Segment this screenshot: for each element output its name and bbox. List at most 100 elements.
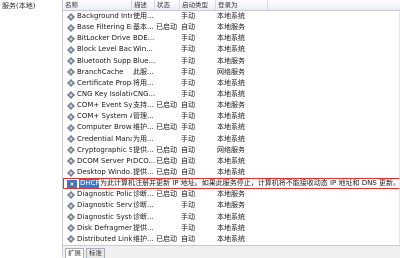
service-name-cell[interactable]: BitLocker Drive ... xyxy=(63,33,132,44)
service-row[interactable]: Cryptographic S...提供...已启动自动 网络服务 xyxy=(63,145,400,156)
service-name-cell[interactable]: Certificate Propa... xyxy=(63,78,132,89)
service-log-on-as: 本地系统 xyxy=(217,45,245,54)
service-description: DCO... xyxy=(133,156,155,165)
service-log-on-as: 本地服务 xyxy=(217,190,245,199)
service-name: CNG Key Isolation xyxy=(77,90,132,99)
service-name-cell[interactable]: CNG Key Isolation xyxy=(63,89,132,100)
service-name-cell[interactable]: Base Filtering En... xyxy=(63,22,132,33)
service-row[interactable]: Diagnostic Syste...诊断... 手动 本地系统 xyxy=(63,212,400,223)
service-row[interactable]: Certificate Propa...将用... 手动 本地系统 xyxy=(63,78,400,89)
service-startup-type: 手动 xyxy=(181,212,195,221)
service-name-cell[interactable]: Desktop Windo... xyxy=(63,167,132,178)
service-startup-type: 手动 xyxy=(181,134,195,143)
service-description: 此服... xyxy=(133,67,154,76)
service-name-cell[interactable]: COM+ Event Sys... xyxy=(63,100,132,111)
service-row[interactable]: COM+ System A...管理... 手动 本地系统 xyxy=(63,111,400,122)
service-startup-type: 手动 xyxy=(181,112,195,121)
service-status: 已启动 xyxy=(156,190,177,199)
service-description-tooltip: 为此计算机注册并更新 IP 地址。如果此服务停止，计算机将不能接收动态 IP 地… xyxy=(100,179,400,188)
column-header-status[interactable]: 状态 xyxy=(155,0,180,10)
service-row[interactable]: Desktop Windo... 提供... 已启动 自动 本地系统 xyxy=(63,167,400,178)
service-name: Block Level Back... xyxy=(77,45,132,54)
service-row[interactable]: Distributed Link ...维护...已启动自动 本地系统 xyxy=(63,234,400,245)
service-description: 使用... xyxy=(133,12,154,21)
service-status xyxy=(155,111,180,122)
column-header-startup-type[interactable]: 启动类型 xyxy=(180,0,216,10)
service-name-cell[interactable]: BranchCache xyxy=(63,67,132,78)
tree-root-services-local[interactable]: 服务(本地) xyxy=(2,1,35,11)
service-name: Background Inte... xyxy=(77,12,132,21)
service-name-cell[interactable]: Credential Mana... xyxy=(63,134,132,145)
service-row[interactable]: Block Level Back...Win... 手动 本地系统 xyxy=(63,44,400,55)
service-startup-type: 手动 xyxy=(181,123,195,132)
service-name-cell[interactable]: DHCP Client xyxy=(63,178,99,190)
service-row[interactable]: Base Filtering En...基本...已启动自动 本地服务 xyxy=(63,22,400,33)
service-row[interactable]: Credential Mana...为用... 手动 本地系统 xyxy=(63,134,400,145)
service-description: CNG... xyxy=(133,90,155,99)
service-startup-type: 手动 xyxy=(181,12,195,21)
service-description: 维护... xyxy=(133,123,154,132)
service-name-cell[interactable]: Bluetooth Supp... xyxy=(63,56,132,67)
gear-icon xyxy=(67,179,77,188)
service-name: COM+ Event Sys... xyxy=(77,101,132,110)
service-description: 管理... xyxy=(133,112,154,121)
gear-icon xyxy=(67,124,75,132)
service-row[interactable]: DHCP Client为此计算机注册并更新 IP 地址。如果此服务停止，计算机将… xyxy=(63,178,400,190)
service-description: 将用... xyxy=(133,78,154,87)
service-log-on-as: 本地服务 xyxy=(217,23,245,32)
service-name: Diagnostic Syste... xyxy=(77,212,132,221)
service-status xyxy=(155,200,180,211)
column-header-description[interactable]: 描述 xyxy=(132,0,155,10)
service-row[interactable]: Diagnostic Servi...诊断... 手动 本地服务 xyxy=(63,200,400,211)
gear-icon xyxy=(67,101,75,110)
service-name: Distributed Link ... xyxy=(77,234,132,243)
service-name-cell[interactable]: Computer Brow... xyxy=(63,122,132,133)
service-name-cell[interactable]: Diagnostic Syste... xyxy=(63,212,132,223)
service-name-cell[interactable]: COM+ System A... xyxy=(63,111,132,122)
services-list: 名称 描述 状态 启动类型 登录为 Background Inte...使用..… xyxy=(63,0,400,245)
service-status xyxy=(155,11,180,22)
service-log-on-as: 本地系统 xyxy=(217,223,245,232)
service-row[interactable]: BitLocker Drive ...BDE... 手动 本地系统 xyxy=(63,33,400,44)
service-row[interactable]: DCOM Server Pr...DCO...已启动自动 本地系统 xyxy=(63,156,400,167)
service-log-on-as: 本地系统 xyxy=(217,12,245,21)
service-name: Certificate Propa... xyxy=(77,78,132,87)
service-name-cell[interactable]: Distributed Link ... xyxy=(63,234,132,245)
service-row[interactable]: Bluetooth Supp... Blue... 手动 本地服务 xyxy=(63,56,400,67)
gear-icon xyxy=(67,213,75,221)
service-name-cell[interactable]: Cryptographic S... xyxy=(63,145,132,156)
service-status: 已启动 xyxy=(156,145,177,154)
service-startup-type: 自动 xyxy=(181,145,195,154)
gear-icon xyxy=(67,235,75,244)
gear-icon xyxy=(67,168,75,177)
service-row[interactable]: Background Inte...使用... 手动 本地系统 xyxy=(63,11,400,22)
gear-icon xyxy=(67,157,75,166)
service-name-cell[interactable]: Block Level Back... xyxy=(63,44,132,55)
service-description: 诊断... xyxy=(133,190,154,199)
service-row[interactable]: Computer Brow... 维护... 已启动 手动 本地系统 xyxy=(63,122,400,133)
service-status: 已启动 xyxy=(156,123,177,132)
service-log-on-as: 本地系统 xyxy=(217,123,245,132)
service-name: BranchCache xyxy=(77,67,124,76)
service-row[interactable]: Disk Defragmen...提供... 手动 本地系统 xyxy=(63,223,400,234)
service-name: DHCP Client xyxy=(79,178,99,190)
service-name-cell[interactable]: Background Inte... xyxy=(63,11,132,22)
service-description: 提供... xyxy=(133,145,154,154)
service-name-cell[interactable]: Diagnostic Polic... xyxy=(63,189,132,200)
service-log-on-as: 本地系统 xyxy=(217,212,245,221)
service-name-cell[interactable]: Disk Defragmen... xyxy=(63,223,132,234)
column-header-name[interactable]: 名称 xyxy=(63,0,132,10)
service-name-cell[interactable]: Diagnostic Servi... xyxy=(63,200,132,211)
service-status xyxy=(155,134,180,145)
service-row[interactable]: BranchCache 此服... 手动 网络服务 xyxy=(63,67,400,78)
service-rows: Background Inte...使用...手动本地系统Base Filter… xyxy=(63,11,400,245)
service-description: 基本... xyxy=(133,23,154,32)
column-header-log-on-as[interactable]: 登录为 xyxy=(216,0,268,10)
service-row[interactable]: Diagnostic Polic...诊断...已启动自动 本地服务 xyxy=(63,189,400,200)
service-startup-type: 自动 xyxy=(181,23,195,32)
service-log-on-as: 网络服务 xyxy=(217,145,245,154)
service-row[interactable]: CNG Key IsolationCNG... 手动 本地系统 xyxy=(63,89,400,100)
service-row[interactable]: COM+ Event Sys...支持...已启动自动 本地服务 xyxy=(63,100,400,111)
service-name-cell[interactable]: DCOM Server Pr... xyxy=(63,156,132,167)
gear-icon xyxy=(67,35,75,43)
